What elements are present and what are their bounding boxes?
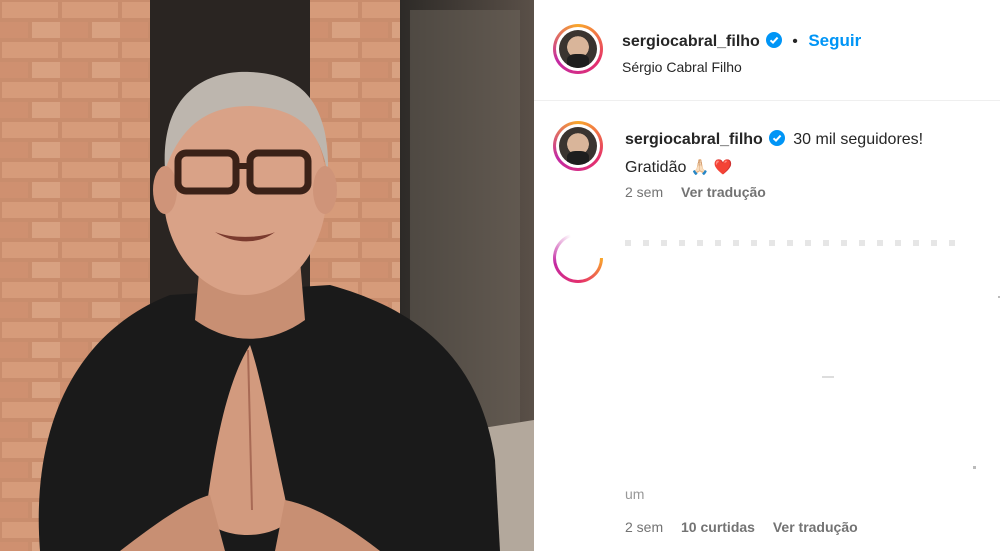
- separator-dot: •: [792, 33, 798, 50]
- comment-translate-link[interactable]: Ver tradução: [773, 519, 858, 535]
- comment-time[interactable]: 2 sem: [625, 519, 663, 535]
- caption-translate-link[interactable]: Ver tradução: [681, 184, 766, 200]
- caption-text-block: sergiocabral_filho 30 mil seguidores! Gr…: [625, 127, 985, 181]
- caption-username[interactable]: sergiocabral_filho: [625, 131, 763, 148]
- header-avatar[interactable]: [553, 24, 603, 74]
- verified-icon: [768, 129, 785, 155]
- comment-likes[interactable]: 10 curtidas: [681, 519, 755, 535]
- caption-time[interactable]: 2 sem: [625, 184, 663, 200]
- comment-partial-text: um: [625, 486, 645, 502]
- header-username[interactable]: sergiocabral_filho: [622, 33, 760, 50]
- photo-illustration: [0, 0, 534, 551]
- header-divider: [534, 100, 1000, 101]
- caption-emoji: 🙏🏻 ❤️: [690, 159, 733, 176]
- speck: [822, 376, 834, 378]
- caption-avatar[interactable]: [553, 121, 603, 171]
- comment-avatar[interactable]: [553, 233, 603, 283]
- comment-faded-line: [625, 240, 955, 246]
- verified-icon: [765, 32, 782, 53]
- caption-text-line2: Gratidão: [625, 159, 687, 176]
- post-photo: [0, 0, 534, 551]
- avatar-image: [559, 127, 597, 165]
- caption-text: 30 mil seguidores!: [793, 131, 924, 148]
- post-side-panel: [534, 0, 1000, 551]
- header-subtitle: Sérgio Cabral Filho: [622, 59, 742, 75]
- speck: [973, 466, 976, 469]
- follow-button[interactable]: Seguir: [808, 31, 861, 50]
- comment-meta: 2 sem 10 curtidas Ver tradução: [625, 519, 858, 535]
- caption-meta: 2 sem Ver tradução: [625, 184, 766, 200]
- avatar-image: [559, 30, 597, 68]
- post-header-row: sergiocabral_filho • Seguir: [622, 31, 861, 53]
